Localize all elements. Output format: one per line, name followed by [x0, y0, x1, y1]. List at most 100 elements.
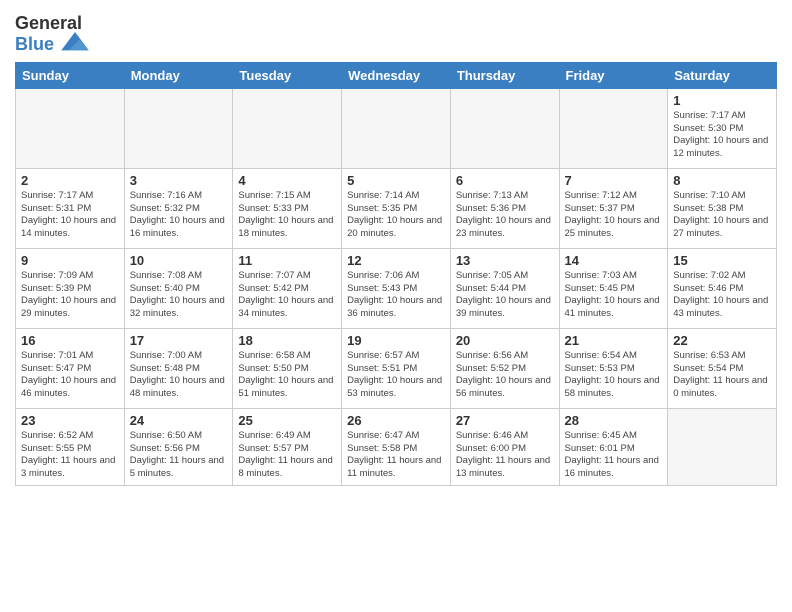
day-info: Sunrise: 6:53 AM Sunset: 5:54 PM Dayligh… [673, 350, 771, 401]
weekday-header-saturday: Saturday [668, 62, 777, 88]
day-info: Sunrise: 7:01 AM Sunset: 5:47 PM Dayligh… [21, 350, 119, 401]
calendar-cell: 21 Sunrise: 6:54 AM Sunset: 5:53 PM Dayli… [559, 328, 668, 408]
day-info: Sunrise: 7:05 AM Sunset: 5:44 PM Dayligh… [456, 270, 554, 321]
weekday-header-monday: Monday [124, 62, 233, 88]
weekday-header-wednesday: Wednesday [342, 62, 451, 88]
day-info: Sunrise: 7:16 AM Sunset: 5:32 PM Dayligh… [130, 190, 228, 241]
day-info: Sunrise: 7:12 AM Sunset: 5:37 PM Dayligh… [565, 190, 663, 241]
day-info: Sunrise: 7:07 AM Sunset: 5:42 PM Dayligh… [238, 270, 336, 321]
calendar-cell: 24Sunrise: 6:50 AM Sunset: 5:56 PM Dayli… [124, 408, 233, 485]
weekday-header-row: SundayMondayTuesdayWednesdayThursdayFrid… [16, 62, 777, 88]
calendar-week-3: 16 Sunrise: 7:01 AM Sunset: 5:47 PM Dayli… [16, 328, 777, 408]
day-info: Sunrise: 6:52 AM Sunset: 5:55 PM Dayligh… [21, 430, 119, 481]
day-info: Sunrise: 6:56 AM Sunset: 5:52 PM Dayligh… [456, 350, 554, 401]
logo-icon [61, 32, 89, 54]
main-container: General Blue SundayMondayTuesdayWednesda… [0, 0, 792, 496]
day-number: 13 [456, 253, 554, 268]
calendar-cell [342, 88, 451, 168]
day-number: 5 [347, 173, 445, 188]
calendar-cell: 23 Sunrise: 6:52 AM Sunset: 5:55 PM Dayli… [16, 408, 125, 485]
logo-text: General Blue [15, 14, 89, 56]
day-info: Sunrise: 6:57 AM Sunset: 5:51 PM Dayligh… [347, 350, 445, 401]
weekday-header-sunday: Sunday [16, 62, 125, 88]
calendar-week-1: 2Sunrise: 7:17 AM Sunset: 5:31 PM Daylig… [16, 168, 777, 248]
day-number: 27 [456, 413, 554, 428]
weekday-header-friday: Friday [559, 62, 668, 88]
day-info: Sunrise: 7:00 AM Sunset: 5:48 PM Dayligh… [130, 350, 228, 401]
calendar-cell: 5 Sunrise: 7:14 AM Sunset: 5:35 PM Daylig… [342, 168, 451, 248]
day-info: Sunrise: 6:46 AM Sunset: 6:00 PM Dayligh… [456, 430, 554, 481]
day-info: Sunrise: 7:06 AM Sunset: 5:43 PM Dayligh… [347, 270, 445, 321]
calendar-cell: 2Sunrise: 7:17 AM Sunset: 5:31 PM Daylig… [16, 168, 125, 248]
calendar-cell: 15 Sunrise: 7:02 AM Sunset: 5:46 PM Dayli… [668, 248, 777, 328]
day-info: Sunrise: 7:17 AM Sunset: 5:30 PM Dayligh… [673, 110, 771, 161]
day-number: 6 [456, 173, 554, 188]
weekday-header-thursday: Thursday [450, 62, 559, 88]
calendar-cell: 27 Sunrise: 6:46 AM Sunset: 6:00 PM Dayli… [450, 408, 559, 485]
calendar-cell: 8 Sunrise: 7:10 AM Sunset: 5:38 PM Daylig… [668, 168, 777, 248]
day-number: 15 [673, 253, 771, 268]
calendar-cell: 16 Sunrise: 7:01 AM Sunset: 5:47 PM Dayli… [16, 328, 125, 408]
calendar-cell: 25 Sunrise: 6:49 AM Sunset: 5:57 PM Dayli… [233, 408, 342, 485]
day-number: 18 [238, 333, 336, 348]
calendar-cell: 6 Sunrise: 7:13 AM Sunset: 5:36 PM Daylig… [450, 168, 559, 248]
day-info: Sunrise: 6:45 AM Sunset: 6:01 PM Dayligh… [565, 430, 663, 481]
day-info: Sunrise: 6:47 AM Sunset: 5:58 PM Dayligh… [347, 430, 445, 481]
day-number: 8 [673, 173, 771, 188]
calendar-cell: 3 Sunrise: 7:16 AM Sunset: 5:32 PM Daylig… [124, 168, 233, 248]
day-number: 24 [130, 413, 228, 428]
day-number: 3 [130, 173, 228, 188]
day-info: Sunrise: 7:14 AM Sunset: 5:35 PM Dayligh… [347, 190, 445, 241]
day-info: Sunrise: 7:02 AM Sunset: 5:46 PM Dayligh… [673, 270, 771, 321]
logo: General Blue [15, 14, 89, 56]
calendar-cell: 22 Sunrise: 6:53 AM Sunset: 5:54 PM Dayli… [668, 328, 777, 408]
day-info: Sunrise: 7:17 AM Sunset: 5:31 PM Dayligh… [21, 190, 119, 241]
calendar-cell: 4 Sunrise: 7:15 AM Sunset: 5:33 PM Daylig… [233, 168, 342, 248]
day-number: 12 [347, 253, 445, 268]
day-number: 28 [565, 413, 663, 428]
calendar-cell: 19 Sunrise: 6:57 AM Sunset: 5:51 PM Dayli… [342, 328, 451, 408]
day-info: Sunrise: 7:09 AM Sunset: 5:39 PM Dayligh… [21, 270, 119, 321]
calendar-cell [124, 88, 233, 168]
day-number: 14 [565, 253, 663, 268]
day-number: 10 [130, 253, 228, 268]
day-number: 11 [238, 253, 336, 268]
day-number: 25 [238, 413, 336, 428]
day-info: Sunrise: 7:10 AM Sunset: 5:38 PM Dayligh… [673, 190, 771, 241]
day-number: 20 [456, 333, 554, 348]
day-number: 4 [238, 173, 336, 188]
calendar-cell: 17 Sunrise: 7:00 AM Sunset: 5:48 PM Dayli… [124, 328, 233, 408]
calendar-cell [233, 88, 342, 168]
day-number: 19 [347, 333, 445, 348]
day-number: 17 [130, 333, 228, 348]
day-number: 21 [565, 333, 663, 348]
calendar-cell: 7 Sunrise: 7:12 AM Sunset: 5:37 PM Daylig… [559, 168, 668, 248]
day-info: Sunrise: 6:58 AM Sunset: 5:50 PM Dayligh… [238, 350, 336, 401]
calendar-cell: 28 Sunrise: 6:45 AM Sunset: 6:01 PM Dayli… [559, 408, 668, 485]
calendar-cell: 11 Sunrise: 7:07 AM Sunset: 5:42 PM Dayli… [233, 248, 342, 328]
day-number: 7 [565, 173, 663, 188]
day-number: 16 [21, 333, 119, 348]
calendar-cell: 1 Sunrise: 7:17 AM Sunset: 5:30 PM Daylig… [668, 88, 777, 168]
day-number: 1 [673, 93, 771, 108]
calendar-week-0: 1 Sunrise: 7:17 AM Sunset: 5:30 PM Daylig… [16, 88, 777, 168]
day-number: 23 [21, 413, 119, 428]
calendar-cell: 10 Sunrise: 7:08 AM Sunset: 5:40 PM Dayli… [124, 248, 233, 328]
calendar-cell [16, 88, 125, 168]
weekday-header-tuesday: Tuesday [233, 62, 342, 88]
day-number: 22 [673, 333, 771, 348]
day-number: 9 [21, 253, 119, 268]
calendar-cell: 26Sunrise: 6:47 AM Sunset: 5:58 PM Dayli… [342, 408, 451, 485]
calendar-table: SundayMondayTuesdayWednesdayThursdayFrid… [15, 62, 777, 486]
day-info: Sunrise: 6:54 AM Sunset: 5:53 PM Dayligh… [565, 350, 663, 401]
calendar-week-2: 9 Sunrise: 7:09 AM Sunset: 5:39 PM Daylig… [16, 248, 777, 328]
day-info: Sunrise: 7:13 AM Sunset: 5:36 PM Dayligh… [456, 190, 554, 241]
calendar-cell: 14Sunrise: 7:03 AM Sunset: 5:45 PM Dayli… [559, 248, 668, 328]
day-info: Sunrise: 6:49 AM Sunset: 5:57 PM Dayligh… [238, 430, 336, 481]
day-info: Sunrise: 7:08 AM Sunset: 5:40 PM Dayligh… [130, 270, 228, 321]
calendar-cell: 18 Sunrise: 6:58 AM Sunset: 5:50 PM Dayli… [233, 328, 342, 408]
day-info: Sunrise: 7:15 AM Sunset: 5:33 PM Dayligh… [238, 190, 336, 241]
calendar-cell [450, 88, 559, 168]
calendar-week-4: 23 Sunrise: 6:52 AM Sunset: 5:55 PM Dayli… [16, 408, 777, 485]
calendar-cell: 9 Sunrise: 7:09 AM Sunset: 5:39 PM Daylig… [16, 248, 125, 328]
